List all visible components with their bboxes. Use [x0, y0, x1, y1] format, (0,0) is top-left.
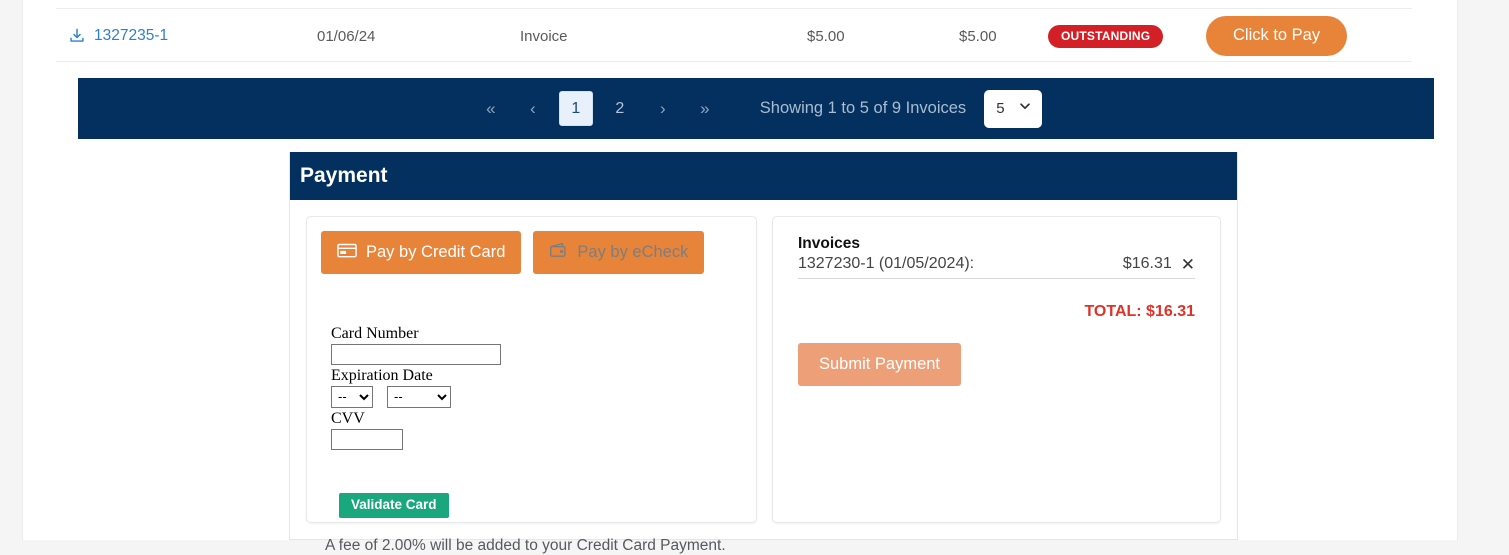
credit-card-form: Card Number Expiration Date -- -- CVV — [331, 324, 742, 450]
invoice-balance-cell: $5.00 — [959, 27, 997, 45]
list-item: 1327230-1 (01/05/2024): $16.31 ✕ — [797, 255, 1195, 279]
pagination-showing-text: Showing 1 to 5 of 9 Invoices — [759, 99, 967, 117]
expiration-date-label: Expiration Date — [331, 366, 433, 384]
invoices-summary-heading: Invoices — [797, 235, 860, 252]
invoice-status-cell: OUTSTANDING — [1048, 9, 1164, 63]
invoice-number-link[interactable]: 1327235-1 — [94, 27, 168, 45]
invoice-amount-cell: $5.00 — [807, 27, 845, 45]
selected-invoice-amount: $16.31 — [1122, 255, 1172, 272]
selected-invoice-label: 1327230-1 (01/05/2024): — [797, 255, 975, 272]
status-badge: OUTSTANDING — [1048, 24, 1164, 48]
wallet-icon — [549, 242, 568, 262]
page-size-value: 5 — [996, 100, 1005, 117]
expiration-row: -- -- — [331, 385, 742, 408]
invoice-type-cell: Invoice — [520, 27, 568, 45]
payment-method-panel: Pay by Credit Card Pay by eCheck Card Nu… — [306, 216, 757, 554]
invoice-table: 1327235-1 01/06/24 Invoice $5.00 $5.00 O… — [56, 8, 1412, 62]
cvv-input[interactable] — [331, 428, 403, 450]
tab-pay-by-echeck[interactable]: Pay by eCheck — [533, 231, 705, 274]
invoice-action-cell: Click to Pay — [1206, 9, 1348, 63]
submit-payment-button[interactable]: Submit Payment — [797, 343, 962, 387]
payment-method-tabs: Pay by Credit Card Pay by eCheck — [321, 231, 742, 274]
pagination-last-button[interactable]: » — [684, 92, 726, 126]
pagination-prev-button[interactable]: ‹ — [512, 92, 554, 126]
cvv-label: CVV — [331, 409, 365, 427]
expiration-year-select[interactable]: -- — [387, 385, 451, 408]
table-row: 1327235-1 01/06/24 Invoice $5.00 $5.00 O… — [56, 8, 1412, 62]
remove-invoice-icon[interactable]: ✕ — [1181, 256, 1195, 273]
chevron-down-icon — [1018, 99, 1032, 118]
payment-card-body: Pay by Credit Card Pay by eCheck Card Nu… — [290, 200, 1237, 554]
tab-pay-by-echeck-label: Pay by eCheck — [577, 242, 689, 261]
pagination-first-button[interactable]: « — [470, 92, 512, 126]
invoices-summary-panel: Invoices 1327230-1 (01/05/2024): $16.31 … — [771, 216, 1221, 523]
page-title: Payment — [300, 164, 388, 187]
pagination-page-2[interactable]: 2 — [603, 91, 637, 126]
invoices-total: TOTAL: $16.31 — [1084, 303, 1195, 320]
payment-card: Payment Pay by Credit Card Pay by eCheck… — [289, 152, 1238, 554]
expiration-month-select[interactable]: -- — [331, 385, 373, 408]
card-number-input[interactable] — [331, 343, 501, 365]
pagination-page-1[interactable]: 1 — [558, 91, 593, 126]
tab-pay-by-credit-card[interactable]: Pay by Credit Card — [321, 231, 522, 274]
pagination-bar: « ‹ 1 2 › » Showing 1 to 5 of 9 Invoices… — [78, 78, 1434, 139]
validate-card-button[interactable]: Validate Card — [339, 492, 449, 519]
tab-pay-by-credit-card-label: Pay by Credit Card — [366, 242, 506, 261]
credit-card-icon — [337, 243, 357, 262]
invoice-date-cell: 01/06/24 — [317, 27, 376, 45]
page-size-select[interactable]: 5 — [984, 89, 1043, 128]
card-number-label: Card Number — [331, 324, 419, 342]
download-icon[interactable] — [68, 27, 86, 45]
page-content-area: 1327235-1 01/06/24 Invoice $5.00 $5.00 O… — [22, 0, 1458, 554]
invoice-number-cell: 1327235-1 — [68, 9, 168, 63]
pagination-next-button[interactable]: › — [642, 92, 684, 126]
click-to-pay-button[interactable]: Click to Pay — [1206, 16, 1348, 56]
payment-card-header: Payment — [290, 152, 1237, 200]
